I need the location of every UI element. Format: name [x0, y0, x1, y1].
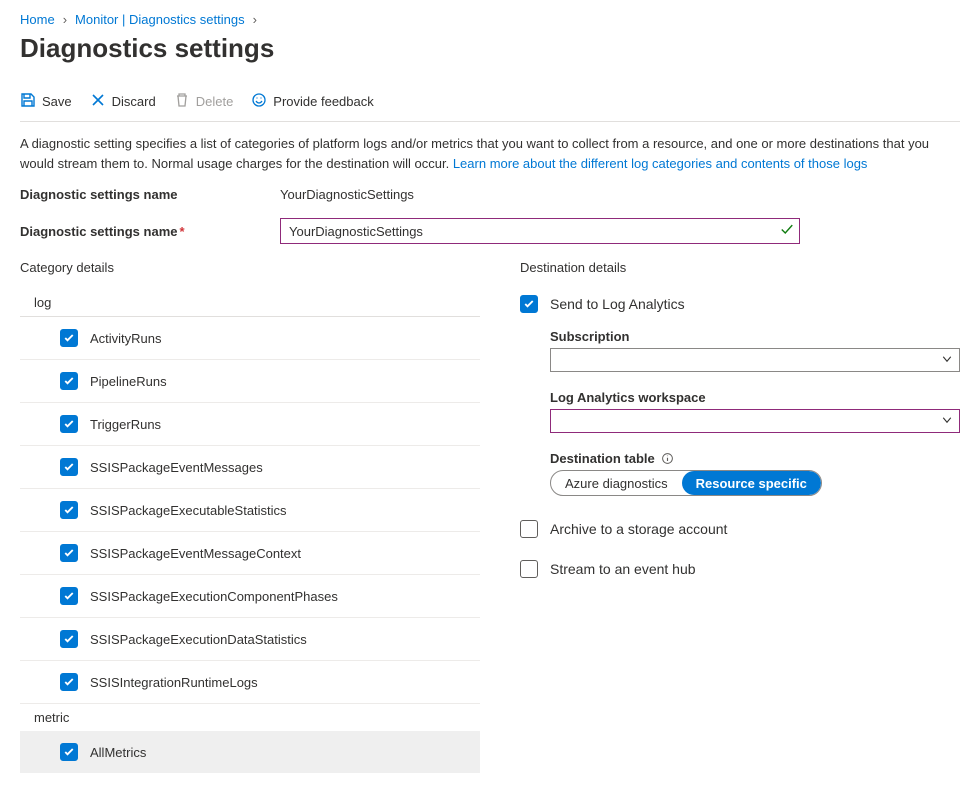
metric-item: AllMetrics	[20, 731, 480, 773]
learn-more-link[interactable]: Learn more about the different log categ…	[453, 156, 868, 171]
save-button[interactable]: Save	[20, 92, 72, 111]
delete-label: Delete	[196, 94, 234, 109]
name-input-row: Diagnostic settings name*	[20, 218, 960, 244]
category-details-column: Category details log ActivityRuns Pipeli…	[20, 260, 480, 773]
subscription-label: Subscription	[550, 329, 960, 344]
diagnostic-name-input[interactable]	[280, 218, 800, 244]
checkbox-ssispackageeventmessages[interactable]	[60, 458, 78, 476]
category-details-heading: Category details	[20, 260, 480, 275]
log-item: SSISPackageExecutionDataStatistics	[20, 618, 480, 661]
log-item-label: ActivityRuns	[90, 331, 162, 346]
toggle-resource-specific[interactable]: Resource specific	[682, 471, 821, 495]
description-text: A diagnostic setting specifies a list of…	[20, 134, 940, 173]
trash-icon	[174, 92, 190, 111]
checkbox-stream-eventhub[interactable]	[520, 560, 538, 578]
chevron-right-icon: ›	[63, 12, 67, 27]
log-item-label: SSISPackageExecutionDataStatistics	[90, 632, 307, 647]
destination-table-label: Destination table	[550, 451, 960, 466]
destination-details-column: Destination details Send to Log Analytic…	[520, 260, 960, 773]
archive-label: Archive to a storage account	[550, 521, 727, 537]
log-item: SSISPackageEventMessageContext	[20, 532, 480, 575]
log-item-label: SSISPackageEventMessages	[90, 460, 263, 475]
log-item: SSISIntegrationRuntimeLogs	[20, 661, 480, 704]
destination-table-block: Destination table Azure diagnostics Reso…	[520, 451, 960, 496]
log-item: SSISPackageExecutionComponentPhases	[20, 575, 480, 618]
checkbox-allmetrics[interactable]	[60, 743, 78, 761]
check-icon	[780, 223, 794, 240]
discard-button[interactable]: Discard	[90, 92, 156, 111]
subscription-block: Subscription	[520, 329, 960, 372]
save-label: Save	[42, 94, 72, 109]
checkbox-triggerruns[interactable]	[60, 415, 78, 433]
name-display-row: Diagnostic settings name YourDiagnosticS…	[20, 187, 960, 202]
log-item-label: SSISIntegrationRuntimeLogs	[90, 675, 258, 690]
close-icon	[90, 92, 106, 111]
toolbar: Save Discard Delete Provide feedback	[20, 86, 960, 122]
breadcrumb-home[interactable]: Home	[20, 12, 55, 27]
chevron-down-icon	[941, 414, 953, 429]
name-input-label: Diagnostic settings name*	[20, 224, 280, 239]
log-item-label: TriggerRuns	[90, 417, 161, 432]
smiley-icon	[251, 92, 267, 111]
workspace-label: Log Analytics workspace	[550, 390, 960, 405]
checkbox-archive-storage[interactable]	[520, 520, 538, 538]
checkbox-ssispackageexecutioncomponentphases[interactable]	[60, 587, 78, 605]
archive-row: Archive to a storage account	[520, 514, 960, 554]
feedback-button[interactable]: Provide feedback	[251, 92, 373, 111]
toggle-azure-diagnostics[interactable]: Azure diagnostics	[551, 471, 682, 495]
metric-item-label: AllMetrics	[90, 745, 146, 760]
log-item-label: SSISPackageExecutionComponentPhases	[90, 589, 338, 604]
log-item-label: PipelineRuns	[90, 374, 167, 389]
breadcrumb: Home › Monitor | Diagnostics settings ›	[20, 12, 960, 27]
send-log-analytics-label: Send to Log Analytics	[550, 296, 685, 312]
checkbox-send-log-analytics[interactable]	[520, 295, 538, 313]
log-item-label: SSISPackageEventMessageContext	[90, 546, 301, 561]
workspace-block: Log Analytics workspace	[520, 390, 960, 433]
log-item: SSISPackageEventMessages	[20, 446, 480, 489]
destination-table-toggle: Azure diagnostics Resource specific	[550, 470, 822, 496]
checkbox-activityruns[interactable]	[60, 329, 78, 347]
info-icon[interactable]	[661, 452, 674, 465]
subscription-select[interactable]	[550, 348, 960, 372]
discard-label: Discard	[112, 94, 156, 109]
stream-label: Stream to an event hub	[550, 561, 696, 577]
feedback-label: Provide feedback	[273, 94, 373, 109]
log-item: ActivityRuns	[20, 317, 480, 360]
log-item: PipelineRuns	[20, 360, 480, 403]
workspace-select[interactable]	[550, 409, 960, 433]
required-star: *	[179, 224, 184, 239]
checkbox-pipelineruns[interactable]	[60, 372, 78, 390]
stream-row: Stream to an event hub	[520, 554, 960, 594]
save-icon	[20, 92, 36, 111]
log-item: TriggerRuns	[20, 403, 480, 446]
chevron-down-icon	[941, 353, 953, 368]
page-title: Diagnostics settings	[20, 33, 960, 64]
log-section-label: log	[20, 289, 480, 317]
log-item-label: SSISPackageExecutableStatistics	[90, 503, 287, 518]
send-log-analytics-row: Send to Log Analytics	[520, 289, 960, 329]
checkbox-ssispackageexecutablestatistics[interactable]	[60, 501, 78, 519]
name-display-label: Diagnostic settings name	[20, 187, 280, 202]
breadcrumb-monitor[interactable]: Monitor | Diagnostics settings	[75, 12, 245, 27]
name-display-value: YourDiagnosticSettings	[280, 187, 800, 202]
checkbox-ssispackageeventmessagecontext[interactable]	[60, 544, 78, 562]
delete-button: Delete	[174, 92, 234, 111]
metric-section-label: metric	[20, 704, 480, 731]
checkbox-ssisintegrationruntimelogs[interactable]	[60, 673, 78, 691]
checkbox-ssispackageexecutiondatastatistics[interactable]	[60, 630, 78, 648]
chevron-right-icon: ›	[253, 12, 257, 27]
log-item: SSISPackageExecutableStatistics	[20, 489, 480, 532]
destination-details-heading: Destination details	[520, 260, 960, 275]
